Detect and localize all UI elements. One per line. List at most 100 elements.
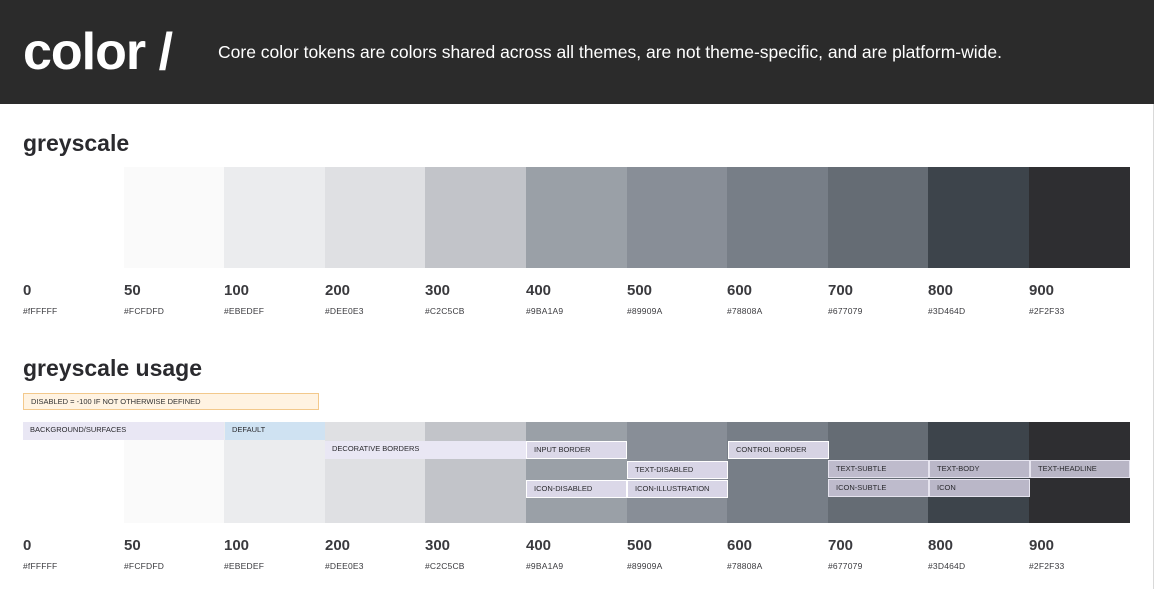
greyscale-label-700: 700 #677079 (828, 282, 928, 317)
greyscale-label-50: 50 #FCFDFD (124, 282, 224, 317)
swatch-number: 400 (526, 537, 552, 554)
greyscale-label-500: 500 #89909A (627, 282, 727, 317)
greyscale-swatch-300 (425, 167, 526, 268)
tag-text-body: TEXT-BODY (929, 460, 1030, 478)
swatch-hex: #EBEDEF (224, 306, 265, 316)
greyscale-label-row: 0 #fFFFFF 50 #FCFDFD 100 #EBEDEF 200 #DEE0E3 300… (23, 282, 1130, 322)
swatch-hex: #EBEDEF (224, 561, 265, 571)
page-header: color / Core color tokens are colors sha… (0, 0, 1154, 104)
swatch-number: 500 (627, 282, 653, 299)
usage-label-400: 400 #9BA1A9 (526, 537, 626, 572)
greyscale-section-title: greyscale (23, 130, 130, 156)
usage-label-300: 300 #C2C5CB (425, 537, 525, 572)
swatch-number: 600 (727, 282, 753, 299)
greyscale-swatch-500 (627, 167, 728, 268)
swatch-hex: #677079 (828, 561, 863, 571)
swatch-number: 300 (425, 282, 451, 299)
greyscale-swatch-row (23, 167, 1130, 268)
usage-label-600: 600 #78808A (727, 537, 827, 572)
swatch-hex: #2F2F33 (1029, 306, 1065, 316)
usage-label-50: 50 #FCFDFD (124, 537, 224, 572)
swatch-hex: #89909A (627, 306, 663, 316)
usage-label-800: 800 #3D464D (928, 537, 1028, 572)
swatch-hex: #3D464D (928, 561, 966, 571)
tag-decorative-borders: DECORATIVE BORDERS (325, 441, 526, 459)
swatch-number: 300 (425, 537, 451, 554)
greyscale-swatch-700 (828, 167, 929, 268)
swatch-hex: #C2C5CB (425, 561, 465, 571)
swatch-number: 600 (727, 537, 753, 554)
swatch-number: 0 (23, 537, 32, 554)
tag-text-subtle: TEXT-SUBTLE (828, 460, 929, 478)
usage-label-700: 700 #677079 (828, 537, 928, 572)
tag-text-headline: TEXT-HEADLINE (1030, 460, 1130, 478)
page-description: Core color tokens are colors shared acro… (218, 42, 1002, 62)
swatch-hex: #fFFFFF (23, 306, 58, 316)
swatch-hex: #89909A (627, 561, 663, 571)
swatch-hex: #677079 (828, 306, 863, 316)
tag-default: DEFAULT (225, 422, 325, 440)
greyscale-swatch-800 (928, 167, 1029, 268)
greyscale-swatch-200 (325, 167, 426, 268)
usage-swatch-600 (727, 422, 828, 523)
greyscale-label-900: 900 #2F2F33 (1029, 282, 1129, 317)
swatch-hex: #FCFDFD (124, 306, 165, 316)
swatch-number: 900 (1029, 537, 1055, 554)
greyscale-label-400: 400 #9BA1A9 (526, 282, 626, 317)
usage-label-500: 500 #89909A (627, 537, 727, 572)
swatch-number: 50 (124, 282, 141, 299)
swatch-number: 200 (325, 282, 351, 299)
swatch-hex: #fFFFFF (23, 561, 58, 571)
swatch-hex: #C2C5CB (425, 306, 465, 316)
greyscale-swatch-900 (1029, 167, 1130, 268)
greyscale-label-200: 200 #DEE0E3 (325, 282, 425, 317)
swatch-number: 100 (224, 537, 250, 554)
greyscale-label-300: 300 #C2C5CB (425, 282, 525, 317)
swatch-number: 200 (325, 537, 351, 554)
usage-swatch-400 (526, 422, 627, 523)
swatch-hex: #78808A (727, 561, 763, 571)
usage-label-0: 0 #fFFFFF (23, 537, 123, 572)
swatch-hex: #FCFDFD (124, 561, 165, 571)
tag-icon: ICON (929, 479, 1030, 497)
tag-icon-disabled: ICON-DISABLED (526, 480, 627, 498)
usage-label-row: 0 #fFFFFF 50 #FCFDFD 100 #EBEDEF 200 #DEE0E3 300… (23, 537, 1130, 577)
swatch-hex: #DEE0E3 (325, 561, 364, 571)
page-title: color / (23, 23, 173, 81)
swatch-hex: #3D464D (928, 306, 966, 316)
swatch-number: 900 (1029, 282, 1055, 299)
swatch-hex: #2F2F33 (1029, 561, 1065, 571)
tag-text-disabled: TEXT-DISABLED (627, 461, 728, 479)
greyscale-label-0: 0 #fFFFFF (23, 282, 123, 317)
swatch-hex: #9BA1A9 (526, 306, 564, 316)
usage-label-100: 100 #EBEDEF (224, 537, 324, 572)
greyscale-swatch-50 (124, 167, 225, 268)
swatch-number: 800 (928, 282, 954, 299)
swatch-number: 50 (124, 537, 141, 554)
greyscale-swatch-400 (526, 167, 627, 268)
usage-label-900: 900 #2F2F33 (1029, 537, 1129, 572)
swatch-hex: #78808A (727, 306, 763, 316)
greyscale-swatch-600 (727, 167, 828, 268)
greyscale-label-600: 600 #78808A (727, 282, 827, 317)
greyscale-label-800: 800 #3D464D (928, 282, 1028, 317)
greyscale-usage-section-title: greyscale usage (23, 355, 203, 381)
greyscale-swatch-0 (23, 167, 124, 268)
swatch-number: 700 (828, 282, 854, 299)
swatch-hex: #DEE0E3 (325, 306, 364, 316)
tag-icon-illustration: ICON-ILLUSTRATION (627, 480, 728, 498)
tag-background-surfaces: BACKGROUND/SURFACES (23, 422, 224, 440)
swatch-number: 0 (23, 282, 32, 299)
disabled-note: DISABLED = -100 IF NOT OTHERWISE DEFINED (23, 393, 319, 410)
greyscale-label-100: 100 #EBEDEF (224, 282, 324, 317)
usage-label-200: 200 #DEE0E3 (325, 537, 425, 572)
swatch-number: 500 (627, 537, 653, 554)
greyscale-swatch-100 (224, 167, 325, 268)
tag-control-border: CONTROL BORDER (728, 441, 829, 459)
swatch-number: 400 (526, 282, 552, 299)
usage-swatch-300 (425, 422, 526, 523)
swatch-hex: #9BA1A9 (526, 561, 564, 571)
tag-icon-subtle: ICON-SUBTLE (828, 479, 929, 497)
usage-swatch-200 (325, 422, 426, 523)
swatch-number: 800 (928, 537, 954, 554)
